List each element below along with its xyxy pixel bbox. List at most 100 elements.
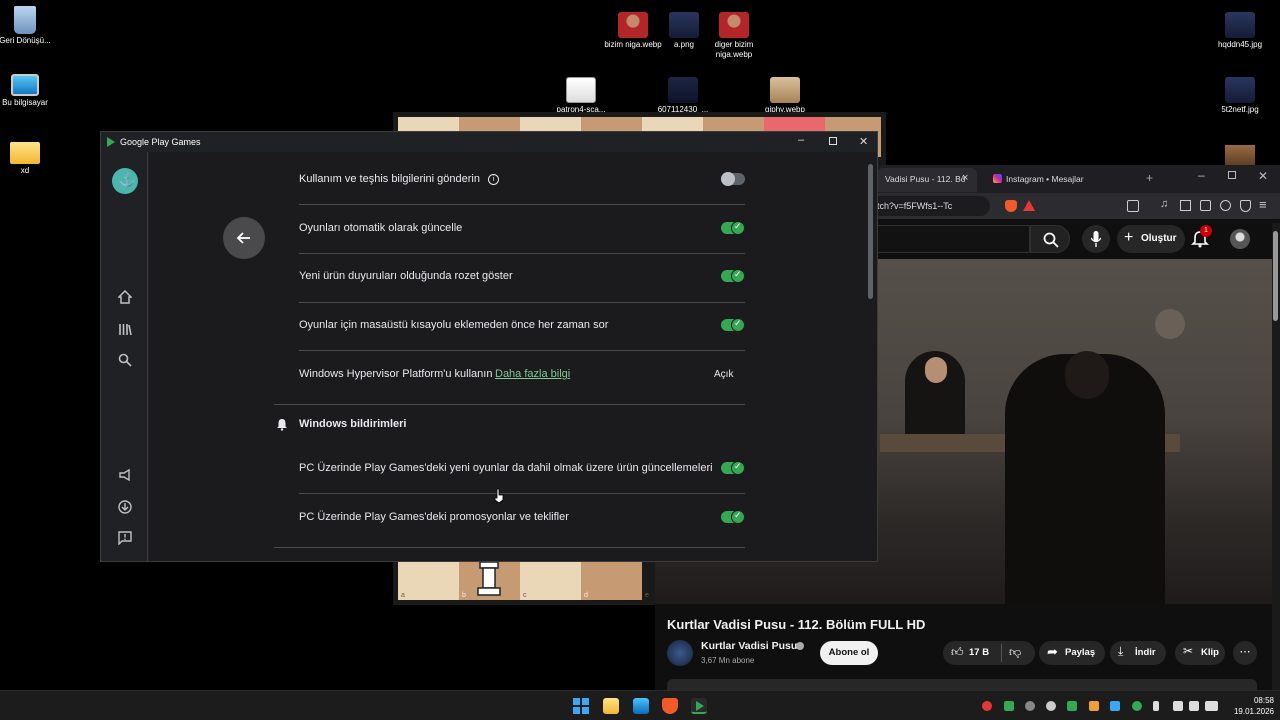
divider xyxy=(274,547,745,548)
minimize-icon[interactable]: – xyxy=(798,134,804,146)
tray-app-icon[interactable] xyxy=(982,701,992,711)
clip-button[interactable]: ✂ Klip xyxy=(1175,641,1225,665)
setting-label: PC Üzerinde Play Games'deki promosyonlar… xyxy=(299,511,569,523)
desktop-icon-label: xd xyxy=(20,166,30,175)
menu-icon[interactable]: ≡ xyxy=(1259,197,1267,212)
badge-toggle[interactable]: ✓ xyxy=(721,269,745,283)
home-icon[interactable] xyxy=(118,290,132,304)
chess-square[interactable] xyxy=(581,560,642,600)
info-icon[interactable]: i xyxy=(488,174,499,185)
woman-face xyxy=(925,357,947,383)
tab-close-icon[interactable]: × xyxy=(962,172,968,184)
this-pc-icon[interactable]: Bu bilgisayar xyxy=(0,74,57,108)
close-icon[interactable]: ✕ xyxy=(859,135,868,148)
file-explorer-icon[interactable] xyxy=(603,698,619,714)
image-file-icon[interactable]: diger bizim niga.webp xyxy=(702,12,766,60)
mouse-cursor-icon xyxy=(494,488,504,504)
more-actions-button[interactable]: ⋯ xyxy=(1233,641,1257,665)
start-button[interactable] xyxy=(573,698,589,714)
dislike-icon[interactable]: 👎︎ xyxy=(1009,645,1021,660)
maximize-icon[interactable] xyxy=(1228,171,1236,179)
wifi-icon[interactable] xyxy=(1173,701,1183,711)
shield-icon[interactable] xyxy=(1240,200,1251,212)
notifications-button[interactable]: 1 xyxy=(1190,225,1212,249)
clip-label: Klip xyxy=(1201,647,1219,658)
close-icon[interactable]: ✕ xyxy=(1258,169,1268,183)
setting-label: Yeni ürün duyuruları olduğunda rozet gös… xyxy=(299,270,513,282)
volume-icon[interactable] xyxy=(1189,701,1199,711)
chess-square[interactable] xyxy=(398,560,459,600)
usage-diagnostics-toggle[interactable] xyxy=(721,172,745,186)
setting-label: Kullanım ve teşhis bilgilerini gönderin xyxy=(299,173,480,185)
product-updates-toggle[interactable]: ✓ xyxy=(721,461,745,475)
library-icon[interactable] xyxy=(118,322,132,336)
wallet-icon[interactable] xyxy=(1200,200,1211,211)
subscribe-button[interactable]: Abone ol xyxy=(820,641,878,665)
download-button[interactable]: ⤓ İndir xyxy=(1110,641,1166,665)
feedback-icon[interactable] xyxy=(118,531,132,545)
minimize-icon[interactable]: – xyxy=(1198,168,1205,182)
image-thumbnail[interactable] xyxy=(1225,145,1255,167)
announcements-icon[interactable] xyxy=(118,468,132,482)
browser-scrollbar-thumb[interactable] xyxy=(1273,231,1278,321)
scrollbar-thumb[interactable] xyxy=(868,164,873,299)
image-file-icon[interactable]: hqddn45.jpg xyxy=(1208,12,1272,50)
browser-tab-instagram[interactable]: Instagram • Mesajlar xyxy=(985,168,1125,192)
tray-app-icon[interactable] xyxy=(1004,701,1014,711)
tray-app-icon[interactable] xyxy=(1110,701,1120,711)
divider xyxy=(299,350,745,351)
like-count[interactable]: 17 B xyxy=(969,647,989,658)
recycle-bin-icon[interactable]: Geri Dönüşü... xyxy=(0,6,57,46)
image-file-icon[interactable]: patron4-sca... xyxy=(549,77,613,115)
photos-icon[interactable] xyxy=(633,698,649,714)
panel-icon[interactable] xyxy=(1180,200,1191,211)
tray-app-icon[interactable] xyxy=(1089,701,1099,711)
music-icon[interactable]: ♫ xyxy=(1160,198,1168,210)
tray-app-icon[interactable] xyxy=(1132,701,1142,711)
tab-title: Instagram • Mesajlar xyxy=(1006,174,1084,184)
channel-avatar[interactable] xyxy=(667,640,693,666)
avatar[interactable] xyxy=(1230,229,1250,249)
new-tab-button[interactable]: + xyxy=(1146,171,1153,185)
like-icon[interactable]: 👍︎ xyxy=(951,645,964,660)
profile-avatar[interactable]: ⚓ xyxy=(112,168,138,194)
image-file-icon[interactable]: 607112430_... xyxy=(651,77,715,115)
setting-label: Oyunlar için masaüstü kısayolu eklemeden… xyxy=(299,319,609,331)
download-icon[interactable] xyxy=(118,500,132,514)
shortcut-toggle[interactable]: ✓ xyxy=(721,318,745,332)
auto-update-toggle[interactable]: ✓ xyxy=(721,221,745,235)
description-box[interactable] xyxy=(667,679,1257,690)
instagram-icon xyxy=(993,174,1002,183)
tray-app-icon[interactable] xyxy=(1067,701,1077,711)
sidebar-icon[interactable] xyxy=(1127,200,1139,212)
maximize-icon[interactable] xyxy=(829,137,837,145)
brave-rewards-icon[interactable] xyxy=(1023,200,1035,211)
promotions-toggle[interactable]: ✓ xyxy=(721,510,745,524)
chess-rook-icon[interactable] xyxy=(474,560,504,598)
search-icon[interactable] xyxy=(118,353,132,367)
channel-name[interactable]: Kurtlar Vadisi Pusu xyxy=(701,640,797,652)
youtube-search-button[interactable] xyxy=(1030,225,1070,253)
brave-shield-icon[interactable] xyxy=(1005,200,1017,212)
back-button[interactable] xyxy=(223,217,265,259)
chess-square[interactable] xyxy=(520,560,581,600)
image-file-icon[interactable]: 5t2netf.jpg xyxy=(1208,77,1272,115)
tray-app-icon[interactable] xyxy=(1025,701,1035,711)
play-games-taskbar-icon[interactable] xyxy=(691,698,707,714)
battery-icon[interactable] xyxy=(1205,701,1218,711)
voice-search-button[interactable] xyxy=(1082,225,1110,253)
microphone-icon[interactable] xyxy=(1153,701,1159,711)
hypervisor-status[interactable]: Açık xyxy=(714,369,733,380)
learn-more-link[interactable]: Daha fazla bilgi xyxy=(495,368,570,380)
play-games-logo-icon xyxy=(107,137,115,147)
share-button[interactable]: ➦ Paylaş xyxy=(1039,641,1105,665)
settings-content: Kullanım ve teşhis bilgilerini gönderin … xyxy=(149,152,877,561)
tray-app-icon[interactable] xyxy=(1046,701,1056,711)
brave-browser-icon[interactable] xyxy=(662,698,678,714)
clock[interactable]: 08:58 19.01.2026 xyxy=(1222,695,1274,717)
vpn-icon[interactable] xyxy=(1220,200,1231,211)
share-label: Paylaş xyxy=(1065,647,1096,658)
create-button[interactable]: + Oluştur xyxy=(1117,225,1185,253)
folder-icon[interactable]: xd xyxy=(0,142,57,176)
image-file-icon[interactable]: giphy.webp xyxy=(753,77,817,115)
